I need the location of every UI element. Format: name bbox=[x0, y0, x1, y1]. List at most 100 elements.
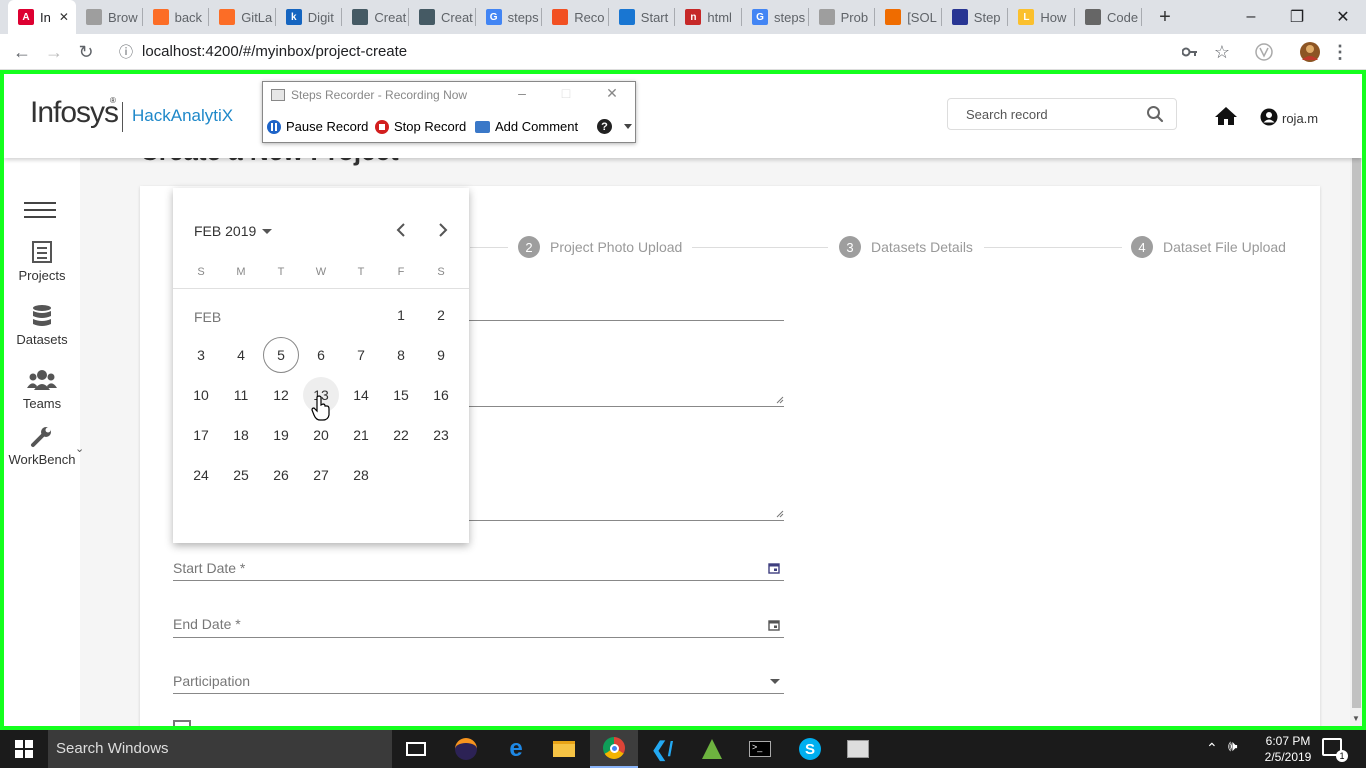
calendar-day[interactable]: 2 bbox=[423, 297, 459, 333]
scroll-down-icon[interactable]: ▼ bbox=[1352, 714, 1360, 723]
skype-app-icon[interactable]: S bbox=[786, 730, 834, 768]
spring-tool-icon[interactable] bbox=[688, 730, 736, 768]
previous-month-button[interactable] bbox=[395, 221, 407, 244]
dropdown-arrow-icon[interactable] bbox=[624, 124, 632, 129]
browser-tab[interactable]: Creat bbox=[342, 0, 409, 34]
browser-tab[interactable]: L How bbox=[1008, 0, 1075, 34]
user-avatar-icon[interactable] bbox=[1260, 108, 1278, 126]
calendar-day[interactable]: 9 bbox=[423, 337, 459, 373]
stop-record-button[interactable]: Stop Record bbox=[375, 119, 466, 134]
sidebar-item-datasets[interactable]: Datasets bbox=[4, 304, 80, 347]
calendar-day[interactable]: 18 bbox=[223, 417, 259, 453]
calendar-day[interactable]: 25 bbox=[223, 457, 259, 493]
calendar-day[interactable]: 27 bbox=[303, 457, 339, 493]
calendar-icon[interactable] bbox=[768, 619, 780, 631]
calendar-day[interactable]: 28 bbox=[343, 457, 379, 493]
scrollbar-thumb[interactable] bbox=[1352, 156, 1361, 708]
calendar-day[interactable]: 10 bbox=[183, 377, 219, 413]
vscode-app-icon[interactable]: ❮/ bbox=[638, 730, 686, 768]
sidebar-item-workbench[interactable]: WorkBench ⌄ bbox=[4, 424, 84, 467]
tray-chevron-icon[interactable]: ⌃ bbox=[1206, 740, 1218, 757]
reload-icon[interactable]: ↻ bbox=[74, 40, 98, 64]
taskbar-search-box[interactable]: Search Windows bbox=[48, 730, 392, 768]
pause-record-button[interactable]: Pause Record bbox=[267, 119, 368, 134]
next-month-button[interactable] bbox=[437, 221, 449, 244]
calendar-day[interactable]: 16 bbox=[423, 377, 459, 413]
chevron-down-icon[interactable]: ⌄ bbox=[75, 442, 84, 455]
browser-tab[interactable]: GitLa bbox=[209, 0, 276, 34]
profile-avatar[interactable] bbox=[1298, 40, 1322, 64]
calendar-day[interactable]: 1 bbox=[383, 297, 419, 333]
clock-time[interactable]: 6:07 PM bbox=[1258, 734, 1318, 748]
calendar-day[interactable]: 22 bbox=[383, 417, 419, 453]
browser-tab[interactable]: Code bbox=[1075, 0, 1142, 34]
close-window-button[interactable]: ✕ bbox=[1320, 0, 1366, 34]
browser-tab[interactable]: k Digit bbox=[276, 0, 343, 34]
sidebar-item-projects[interactable]: Projects bbox=[4, 240, 80, 283]
browser-tab[interactable]: Gsteps bbox=[476, 0, 543, 34]
bookmark-star-icon[interactable]: ☆ bbox=[1210, 40, 1234, 64]
calendar-day[interactable]: 24 bbox=[183, 457, 219, 493]
calendar-day[interactable]: 19 bbox=[263, 417, 299, 453]
address-bar[interactable]: localhost:4200/#/myinbox/project-create bbox=[142, 43, 407, 60]
calendar-day[interactable]: 14 bbox=[343, 377, 379, 413]
browser-tab[interactable]: Gsteps bbox=[742, 0, 809, 34]
restore-window-button[interactable]: ❐ bbox=[1274, 0, 1320, 34]
calendar-icon[interactable] bbox=[768, 562, 780, 574]
forward-icon[interactable]: → bbox=[42, 40, 66, 64]
calendar-day[interactable]: 8 bbox=[383, 337, 419, 373]
browser-tab[interactable]: Start bbox=[609, 0, 676, 34]
minimize-icon[interactable]: – bbox=[507, 85, 537, 101]
participation-select[interactable] bbox=[173, 693, 784, 694]
search-icon[interactable] bbox=[1146, 105, 1164, 123]
extension-icon[interactable] bbox=[1252, 40, 1276, 64]
browser-tab[interactable]: Brow bbox=[76, 0, 143, 34]
resize-handle-icon[interactable] bbox=[776, 396, 784, 404]
chrome-app-icon[interactable] bbox=[590, 730, 638, 768]
file-explorer-icon[interactable] bbox=[540, 730, 588, 768]
info-icon[interactable]: ⓘ bbox=[114, 40, 138, 64]
terminal-app-icon[interactable]: >_ bbox=[736, 730, 784, 768]
participation-label[interactable]: Participation bbox=[173, 673, 250, 689]
home-icon[interactable] bbox=[1214, 106, 1238, 126]
calendar-day[interactable]: 21 bbox=[343, 417, 379, 453]
steps-recorder-app-icon[interactable] bbox=[834, 730, 882, 768]
calendar-day[interactable]: 17 bbox=[183, 417, 219, 453]
menu-hamburger-icon[interactable] bbox=[24, 202, 56, 218]
chrome-menu-icon[interactable]: ⋮ bbox=[1328, 40, 1352, 64]
start-date-label[interactable]: Start Date * bbox=[173, 560, 245, 576]
step-datasets-details[interactable]: 3 Datasets Details bbox=[839, 236, 973, 258]
user-name[interactable]: roja.m bbox=[1282, 111, 1318, 126]
resize-handle-icon[interactable] bbox=[776, 510, 784, 518]
chevron-down-icon[interactable] bbox=[770, 679, 780, 684]
browser-tab[interactable]: n html bbox=[675, 0, 742, 34]
edge-app-icon[interactable]: e bbox=[492, 730, 540, 768]
add-comment-button[interactable]: Add Comment bbox=[475, 119, 578, 134]
volume-icon[interactable]: 🕪 bbox=[1228, 738, 1237, 755]
end-date-input[interactable] bbox=[173, 637, 784, 638]
calendar-day[interactable]: 15 bbox=[383, 377, 419, 413]
step-dataset-file-upload[interactable]: 4 Dataset File Upload bbox=[1131, 236, 1286, 258]
help-button[interactable]: ? bbox=[597, 119, 632, 134]
calendar-day[interactable]: 12 bbox=[263, 377, 299, 413]
clock-date[interactable]: 2/5/2019 bbox=[1258, 750, 1318, 764]
eclipse-app-icon[interactable] bbox=[442, 730, 490, 768]
browser-tab[interactable]: A In ✕ bbox=[8, 0, 76, 34]
new-tab-button[interactable]: + bbox=[1154, 6, 1176, 28]
key-icon[interactable] bbox=[1178, 40, 1202, 64]
calendar-day[interactable]: 11 bbox=[223, 377, 259, 413]
start-button[interactable] bbox=[0, 730, 48, 768]
calendar-day[interactable]: 20 bbox=[303, 417, 339, 453]
calendar-day[interactable]: 23 bbox=[423, 417, 459, 453]
browser-tab[interactable]: Prob bbox=[809, 0, 876, 34]
browser-tab[interactable]: Creat bbox=[409, 0, 476, 34]
calendar-day[interactable]: 26 bbox=[263, 457, 299, 493]
start-date-input[interactable] bbox=[173, 580, 784, 581]
step-project-photo-upload[interactable]: 2 Project Photo Upload bbox=[518, 236, 682, 258]
checkbox[interactable] bbox=[173, 720, 191, 726]
browser-tab[interactable]: Step bbox=[942, 0, 1009, 34]
end-date-label[interactable]: End Date * bbox=[173, 616, 241, 632]
calendar-day[interactable]: 5 bbox=[263, 337, 299, 373]
browser-tab[interactable]: back bbox=[143, 0, 210, 34]
calendar-day[interactable]: 6 bbox=[303, 337, 339, 373]
